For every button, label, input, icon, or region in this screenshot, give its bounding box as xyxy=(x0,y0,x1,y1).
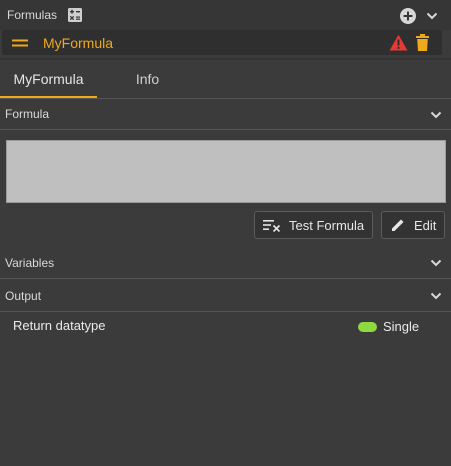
datatype-status-pill xyxy=(358,321,377,332)
tab-info[interactable]: Info xyxy=(110,62,185,98)
warning-triangle-icon xyxy=(389,34,408,56)
section-title: Output xyxy=(5,288,42,303)
chevron-down-icon[interactable] xyxy=(429,256,443,273)
divider xyxy=(0,58,451,60)
output-section-header[interactable]: Output xyxy=(0,280,451,312)
panel-title: Formulas xyxy=(7,8,58,22)
edit-label: Edit xyxy=(414,217,437,233)
datatype-text: Single xyxy=(383,319,420,334)
formula-name: MyFormula xyxy=(43,34,114,51)
chevron-down-icon[interactable] xyxy=(425,9,439,26)
variables-section-header[interactable]: Variables xyxy=(0,247,451,279)
formulas-header: Formulas xyxy=(0,0,451,30)
tab-bar: MyFormula Info xyxy=(0,62,451,98)
return-datatype-label: Return datatype xyxy=(13,318,106,333)
test-formula-button[interactable]: Test Formula xyxy=(254,211,373,239)
drag-handle-icon[interactable] xyxy=(12,38,28,48)
formula-section-header[interactable]: Formula xyxy=(0,98,451,130)
formula-list-item[interactable]: MyFormula xyxy=(2,30,442,55)
return-datatype-value: Single xyxy=(358,319,419,334)
section-title: Variables xyxy=(5,255,55,270)
formula-editor[interactable] xyxy=(6,140,446,203)
calculator-icon[interactable] xyxy=(67,7,83,23)
trash-icon[interactable] xyxy=(416,34,429,56)
tab-myformula[interactable]: MyFormula xyxy=(0,62,97,98)
chevron-down-icon[interactable] xyxy=(429,289,443,306)
section-title: Formula xyxy=(5,107,50,121)
test-formula-icon xyxy=(263,218,281,232)
pencil-icon xyxy=(390,217,406,233)
plus-circle-icon[interactable] xyxy=(399,7,417,28)
chevron-down-icon[interactable] xyxy=(429,108,443,125)
test-formula-label: Test Formula xyxy=(289,217,365,233)
edit-button[interactable]: Edit xyxy=(381,211,445,239)
